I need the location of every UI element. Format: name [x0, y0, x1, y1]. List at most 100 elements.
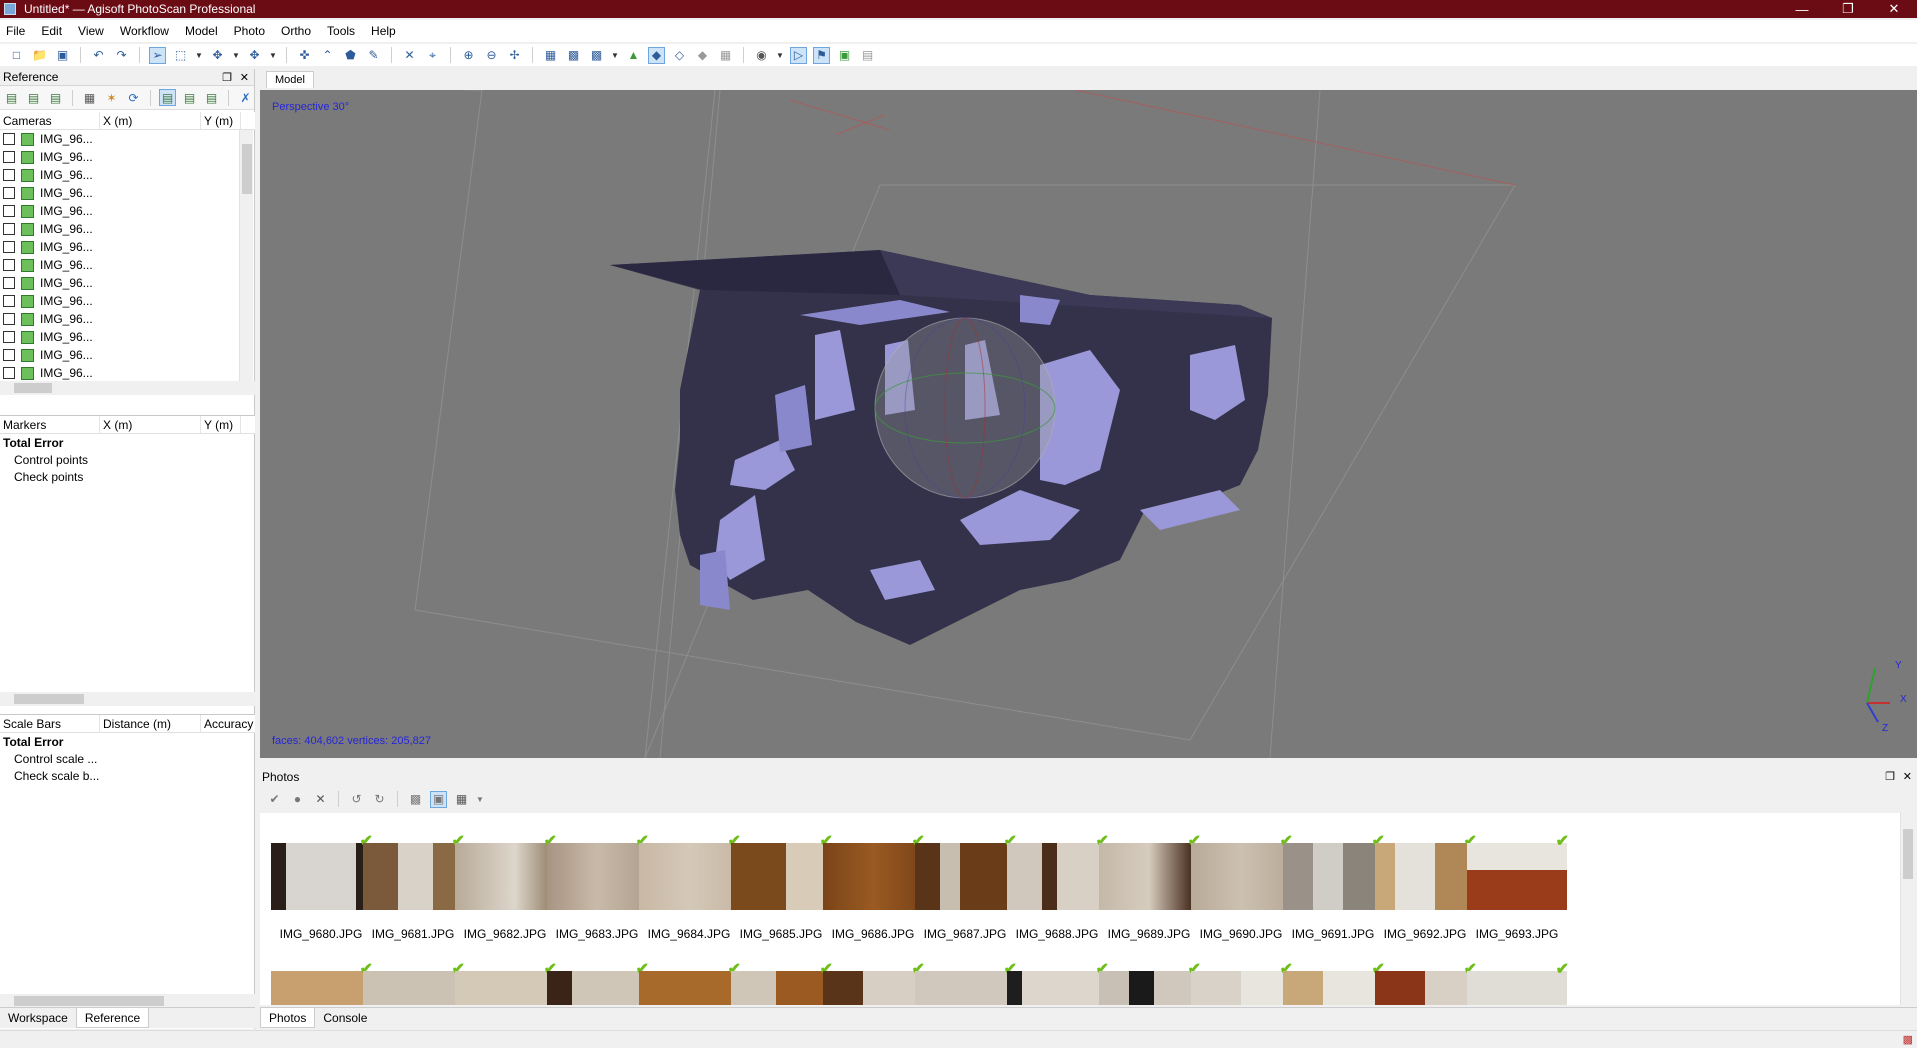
photo-thumbnail[interactable]: ✔ — [915, 961, 1017, 1005]
camera-row[interactable]: IMG_96... — [0, 274, 255, 292]
photo-thumbnail[interactable]: ✔ — [823, 961, 925, 1005]
model-viewport[interactable]: Perspective 30° faces: 404,602 vertices:… — [260, 90, 1917, 758]
selection-dropdown-icon[interactable]: ▼ — [195, 47, 203, 64]
photo-thumbnail[interactable]: ✔ IMG_9682.JPG — [455, 833, 557, 941]
photo-thumbnail[interactable]: ✔ — [639, 961, 741, 1005]
photo-thumbnail[interactable]: ✔ — [731, 961, 833, 1005]
control-scale-bars[interactable]: Control scale ... — [0, 750, 255, 767]
move-object-icon[interactable]: ✥ — [246, 47, 263, 64]
draw-point-icon[interactable]: ⌃ — [319, 47, 336, 64]
close-button[interactable]: ✕ — [1871, 0, 1917, 18]
check-scale-bars[interactable]: Check scale b... — [0, 767, 255, 784]
scale-bars-total-error[interactable]: Total Error — [0, 733, 255, 750]
markers-horizontal-scrollbar[interactable] — [0, 692, 255, 706]
move-region-icon[interactable]: ✥ — [209, 47, 226, 64]
photo-thumbnail[interactable]: ✔ IMG_9686.JPG — [823, 833, 925, 941]
show-markers-icon[interactable]: ⚑ — [813, 46, 830, 64]
col-y[interactable]: Y (m) — [201, 112, 241, 129]
camera-checkbox[interactable] — [3, 241, 15, 253]
camera-row[interactable]: IMG_96... — [0, 148, 255, 166]
photo-thumbnail[interactable]: ✔ — [1375, 961, 1477, 1005]
view-estimated-icon[interactable]: ▤ — [181, 89, 198, 106]
menu-model[interactable]: Model — [185, 24, 218, 38]
camera-icon[interactable]: ◉ — [753, 47, 770, 64]
model-wireframe-icon[interactable]: ◇ — [671, 47, 688, 64]
camera-checkbox[interactable] — [3, 151, 15, 163]
remove-cameras-icon[interactable]: ✕ — [312, 791, 329, 808]
disable-cameras-icon[interactable]: ● — [289, 791, 306, 808]
photo-thumbnail[interactable]: ✔ — [455, 961, 557, 1005]
photo-thumbnail[interactable]: ✔ — [1191, 961, 1293, 1005]
camera-row[interactable]: IMG_96... — [0, 202, 255, 220]
photo-thumbnail[interactable]: ✔ — [1099, 961, 1201, 1005]
scale-bars-horizontal-scrollbar[interactable] — [0, 994, 255, 1008]
open-icon[interactable]: 📁 — [31, 47, 48, 64]
photo-thumbnail[interactable]: ✔ — [1283, 961, 1385, 1005]
clear-icon[interactable]: ▤ — [47, 89, 64, 106]
delete-icon[interactable]: ✕ — [401, 47, 418, 64]
photo-thumbnail[interactable]: ✔ — [547, 961, 649, 1005]
rotate-left-icon[interactable]: ↺ — [348, 791, 365, 808]
camera-checkbox[interactable] — [3, 169, 15, 181]
tab-model[interactable]: Model — [266, 71, 314, 88]
save-icon[interactable]: ▣ — [54, 47, 71, 64]
camera-checkbox[interactable] — [3, 331, 15, 343]
col-markers-y[interactable]: Y (m) — [201, 416, 241, 433]
cameras-vertical-scrollbar[interactable] — [239, 130, 253, 381]
menu-edit[interactable]: Edit — [41, 24, 62, 38]
photo-thumbnail[interactable]: ✔ — [1467, 961, 1569, 1005]
new-icon[interactable]: □ — [8, 47, 25, 64]
menu-workflow[interactable]: Workflow — [120, 24, 169, 38]
col-distance[interactable]: Distance (m) — [100, 715, 201, 732]
photo-thumbnail[interactable]: ✔ IMG_9684.JPG — [639, 833, 741, 941]
filter-photos-icon[interactable]: ▩ — [407, 791, 424, 808]
region-dropdown-icon[interactable]: ▼ — [232, 47, 240, 64]
import-icon[interactable]: ▤ — [3, 89, 20, 106]
photo-thumbnail[interactable]: ✔ — [363, 961, 465, 1005]
photo-thumbnail[interactable]: ✔ IMG_9681.JPG — [363, 833, 465, 941]
model-shaded-icon[interactable]: ◆ — [694, 47, 711, 64]
tab-workspace[interactable]: Workspace — [0, 1008, 76, 1028]
model-textured-icon[interactable]: ▲ — [625, 47, 642, 64]
camera-dropdown-icon[interactable]: ▼ — [776, 47, 784, 64]
camera-row[interactable]: IMG_96... — [0, 328, 255, 346]
menu-file[interactable]: File — [6, 24, 25, 38]
camera-checkbox[interactable] — [3, 349, 15, 361]
col-accuracy[interactable]: Accuracy — [201, 715, 255, 732]
zoom-out-icon[interactable]: ⊖ — [483, 47, 500, 64]
photo-thumbnail[interactable]: ✔ IMG_9688.JPG — [1007, 833, 1109, 941]
camera-checkbox[interactable] — [3, 223, 15, 235]
camera-row[interactable]: IMG_96... — [0, 256, 255, 274]
reset-view-icon[interactable]: ✢ — [506, 47, 523, 64]
settings-icon[interactable]: ✗ — [237, 89, 254, 106]
show-aligned-cameras-icon[interactable]: ▷ — [790, 46, 807, 64]
view-mode-dropdown-icon[interactable]: ▼ — [476, 791, 484, 808]
photo-thumbnail[interactable]: ✔ — [271, 961, 373, 1005]
tiled-model-icon[interactable]: ▦ — [717, 47, 734, 64]
redo-icon[interactable]: ↷ — [113, 47, 130, 64]
photo-thumbnail[interactable]: ✔ IMG_9693.JPG — [1467, 833, 1569, 941]
enable-cameras-icon[interactable]: ✔ — [266, 791, 283, 808]
col-markers[interactable]: Markers — [0, 416, 100, 433]
undo-icon[interactable]: ↶ — [90, 47, 107, 64]
show-grid-icon[interactable]: ▤ — [859, 47, 876, 64]
markers-control-points[interactable]: Control points — [0, 451, 255, 468]
photo-thumbnail[interactable]: ✔ IMG_9691.JPG — [1283, 833, 1385, 941]
camera-row[interactable]: IMG_96... — [0, 346, 255, 364]
navigation-icon[interactable]: ➢ — [149, 46, 166, 64]
camera-row[interactable]: IMG_96... — [0, 292, 255, 310]
ruler-icon[interactable]: ✎ — [365, 47, 382, 64]
model-solid-icon[interactable]: ◆ — [648, 46, 665, 64]
restore-button[interactable]: ❐ — [1825, 0, 1871, 18]
menu-view[interactable]: View — [78, 24, 104, 38]
view-errors-icon[interactable]: ▤ — [203, 89, 220, 106]
crop-icon[interactable]: ⌖ — [424, 47, 441, 64]
col-markers-x[interactable]: X (m) — [100, 416, 201, 433]
photos-close-icon[interactable]: ✕ — [1903, 770, 1912, 783]
view-source-icon[interactable]: ▤ — [159, 89, 176, 106]
marker-icon[interactable]: ✜ — [296, 47, 313, 64]
optimize-icon[interactable]: ✶ — [103, 89, 120, 106]
view-mode-icon[interactable]: ▦ — [453, 791, 470, 808]
camera-row[interactable]: IMG_96... — [0, 184, 255, 202]
col-x[interactable]: X (m) — [100, 112, 201, 129]
